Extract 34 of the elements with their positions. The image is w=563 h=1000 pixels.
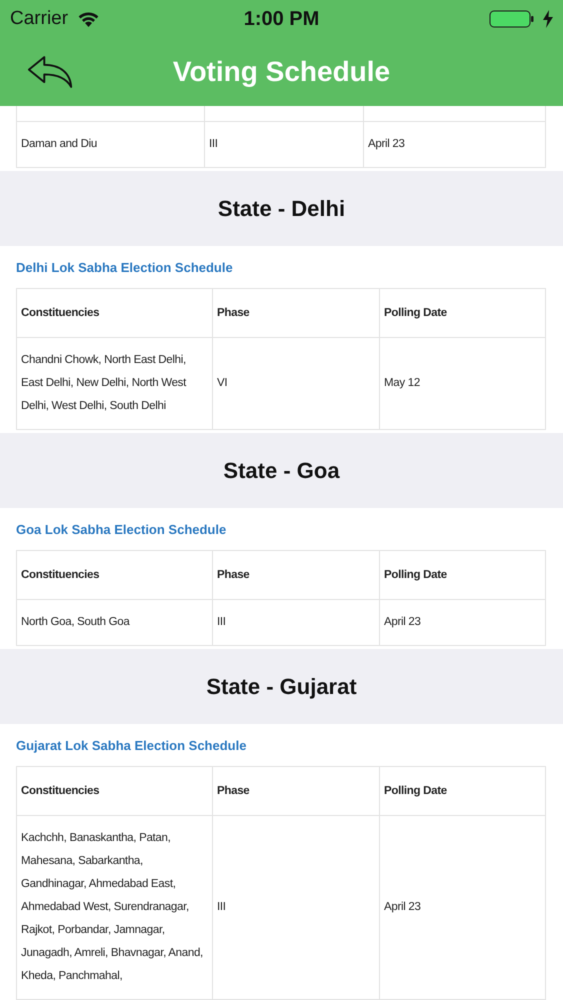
table-cell: Daman and Diu xyxy=(16,122,204,168)
state-title: State - Gujarat xyxy=(206,674,357,700)
schedule-link[interactable]: Gujarat Lok Sabha Election Schedule xyxy=(16,738,246,752)
table-cell: North Goa, South Goa xyxy=(16,600,212,646)
state-title: State - Goa xyxy=(223,458,340,484)
charging-bolt-icon xyxy=(543,10,553,28)
clock-time: 1:00 PM xyxy=(244,8,320,30)
back-button[interactable] xyxy=(27,54,75,90)
screen-title: Voting Schedule xyxy=(172,56,390,88)
column-header: Phase xyxy=(212,288,380,338)
battery-icon xyxy=(489,9,535,29)
table-cell: April 23 xyxy=(380,600,546,646)
table-cell: III xyxy=(212,816,380,1000)
column-header: Constituencies xyxy=(16,550,212,600)
back-arrow-icon xyxy=(27,54,75,90)
table-cell: April 23 xyxy=(380,816,546,1000)
table-cell: April 23 xyxy=(364,122,546,168)
table-cell: Chandni Chowk, North East Delhi, East Delhi, New Delhi, North West Delhi, West Delhi, South Delhi xyxy=(16,338,212,430)
column-header: Polling Date xyxy=(380,288,546,338)
schedule-link[interactable]: Goa Lok Sabha Election Schedule xyxy=(16,522,226,536)
column-header: Phase xyxy=(212,766,380,816)
column-header: Phase xyxy=(212,550,380,600)
table-cell: III xyxy=(212,600,380,646)
column-header: Constituencies xyxy=(16,766,212,816)
carrier-label: Carrier xyxy=(10,8,68,30)
table-cell: May 12 xyxy=(380,338,546,430)
column-header: Polling Date xyxy=(380,766,546,816)
column-header: Polling Date xyxy=(380,550,546,600)
table-cell: III xyxy=(204,122,364,168)
schedule-link[interactable]: Delhi Lok Sabha Election Schedule xyxy=(16,260,233,274)
table-cell: VI xyxy=(212,338,380,430)
state-title: State - Delhi xyxy=(218,196,346,222)
table-cell: Kachchh, Banaskantha, Patan, Mahesana, Sabarkantha, Gandhinagar, Ahmedabad East, Ahmedabad West, Surendranagar, Rajkot, Porbandar, Jamnagar, Junagadh, Amreli, Bhavnagar, Anand, Kheda, Panchmahal, xyxy=(16,816,212,1000)
column-header: Constituencies xyxy=(16,288,212,338)
